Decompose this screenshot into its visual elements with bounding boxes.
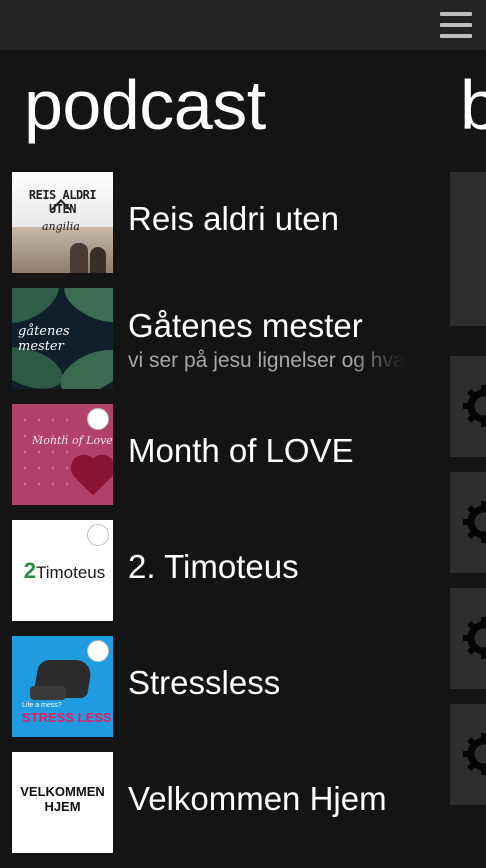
podcast-list: REIS ALDRI UTEN angilia Reis aldri uten … (12, 172, 442, 868)
gear-icon (463, 617, 486, 659)
podcast-item-stressless[interactable]: Life a mess? STRESS LESS Stressless (12, 636, 442, 737)
podcast-thumbnail: VELKOMMEN HJEM (12, 752, 113, 853)
thumbnail-small-text: Life a mess? (22, 702, 62, 709)
thumbnail-text: STRESS LESS (22, 710, 112, 725)
heart-icon (74, 458, 112, 496)
hamburger-menu-icon[interactable] (440, 12, 472, 38)
logo-badge (87, 524, 109, 546)
thumbnail-text: gåtenes mester (18, 324, 70, 354)
next-section-tile[interactable] (450, 172, 486, 326)
thumbnail-text: Month of Love (32, 434, 113, 447)
podcast-thumbnail: REIS ALDRI UTEN angilia (12, 172, 113, 273)
podcast-title: Stressless (128, 664, 281, 701)
podcast-thumbnail: gåtenes mester (12, 288, 113, 389)
thumbnail-signature: angilia (42, 220, 80, 233)
gear-icon (463, 733, 486, 775)
logo-badge (87, 408, 109, 430)
podcast-thumbnail: Month of Love (12, 404, 113, 505)
app-bar (0, 0, 486, 50)
podcast-item-gatenes-mester[interactable]: gåtenes mester Gåtenes mester vi ser på … (12, 288, 442, 389)
logo-badge (87, 640, 109, 662)
podcast-title: Reis aldri uten (128, 200, 339, 237)
podcast-item-velkommen-hjem[interactable]: VELKOMMEN HJEM Velkommen Hjem (12, 752, 442, 853)
podcast-title: 2. Timoteus (128, 548, 299, 585)
podcast-title: Velkommen Hjem (128, 780, 387, 817)
podcast-item-reis-aldri-uten[interactable]: REIS ALDRI UTEN angilia Reis aldri uten (12, 172, 442, 273)
podcast-title: Month of LOVE (128, 432, 354, 469)
gear-icon (463, 385, 486, 427)
podcast-title: Gåtenes mester (128, 307, 363, 344)
section-title-podcast: podcast (24, 66, 266, 144)
thumbnail-text: 2Timoteus (23, 558, 106, 583)
podcast-item-month-of-love[interactable]: Month of Love Month of LOVE (12, 404, 442, 505)
section-title-next[interactable]: b (460, 62, 486, 148)
podcast-thumbnail: Life a mess? STRESS LESS (12, 636, 113, 737)
podcast-thumbnail: 2Timoteus (12, 520, 113, 621)
gear-icon (463, 501, 486, 543)
podcast-item-2-timoteus[interactable]: 2Timoteus 2. Timoteus (12, 520, 442, 621)
podcast-subtitle: vi ser på jesu lignelser og hva (128, 349, 405, 372)
